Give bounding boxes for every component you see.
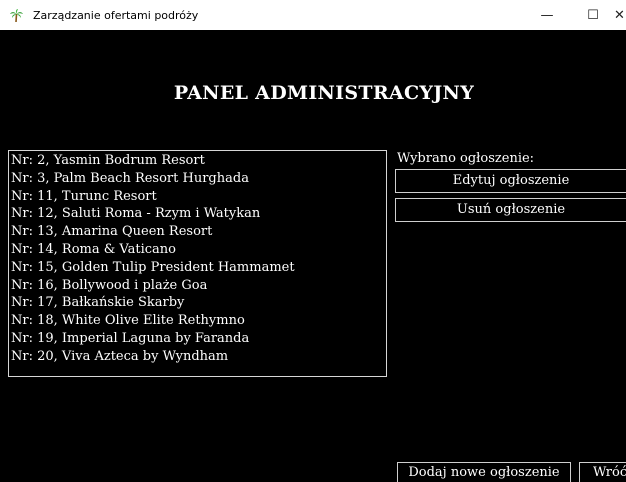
list-item[interactable]: Nr: 19, Imperial Laguna by Faranda [9,330,386,348]
close-icon: ✕ [614,7,625,23]
list-item[interactable]: Nr: 20, Viva Azteca by Wyndham [9,348,386,366]
palm-tree-icon [10,9,23,23]
list-item[interactable]: Nr: 2, Yasmin Bodrum Resort [9,152,386,170]
maximize-icon: ☐ [587,7,599,23]
add-offer-button[interactable]: Dodaj nowe ogłoszenie [397,462,571,482]
close-button[interactable]: ✕ [609,0,626,30]
page-title: PANEL ADMINISTRACYJNY [173,82,475,104]
back-button[interactable]: Wróć [579,462,626,482]
window-title: Zarządzanie ofertami podróży [33,9,199,22]
list-item[interactable]: Nr: 13, Amarina Queen Resort [9,223,386,241]
list-item[interactable]: Nr: 17, Bałkańskie Skarby [9,294,386,312]
list-item[interactable]: Nr: 16, Bollywood i plaże Goa [9,277,386,295]
delete-offer-button[interactable]: Usuń ogłoszenie [395,198,626,222]
minimize-icon: — [540,7,554,23]
list-item[interactable]: Nr: 15, Golden Tulip President Hammamet [9,259,386,277]
edit-offer-button[interactable]: Edytuj ogłoszenie [395,169,626,193]
list-item[interactable]: Nr: 14, Roma & Vaticano [9,241,386,259]
minimize-button[interactable]: — [524,0,570,30]
selected-offer-label: Wybrano ogłoszenie: [397,151,535,166]
list-item[interactable]: Nr: 3, Palm Beach Resort Hurghada [9,170,386,188]
window-titlebar: Zarządzanie ofertami podróży — ☐ ✕ [0,0,626,30]
list-item[interactable]: Nr: 11, Turunc Resort [9,188,386,206]
window-client-area: PANEL ADMINISTRACYJNY Nr: 2, Yasmin Bodr… [0,30,626,482]
offers-listbox[interactable]: Nr: 2, Yasmin Bodrum Resort Nr: 3, Palm … [8,150,387,377]
list-item[interactable]: Nr: 18, White Olive Elite Rethymno [9,312,386,330]
list-item[interactable]: Nr: 12, Saluti Roma - Rzym i Watykan [9,205,386,223]
